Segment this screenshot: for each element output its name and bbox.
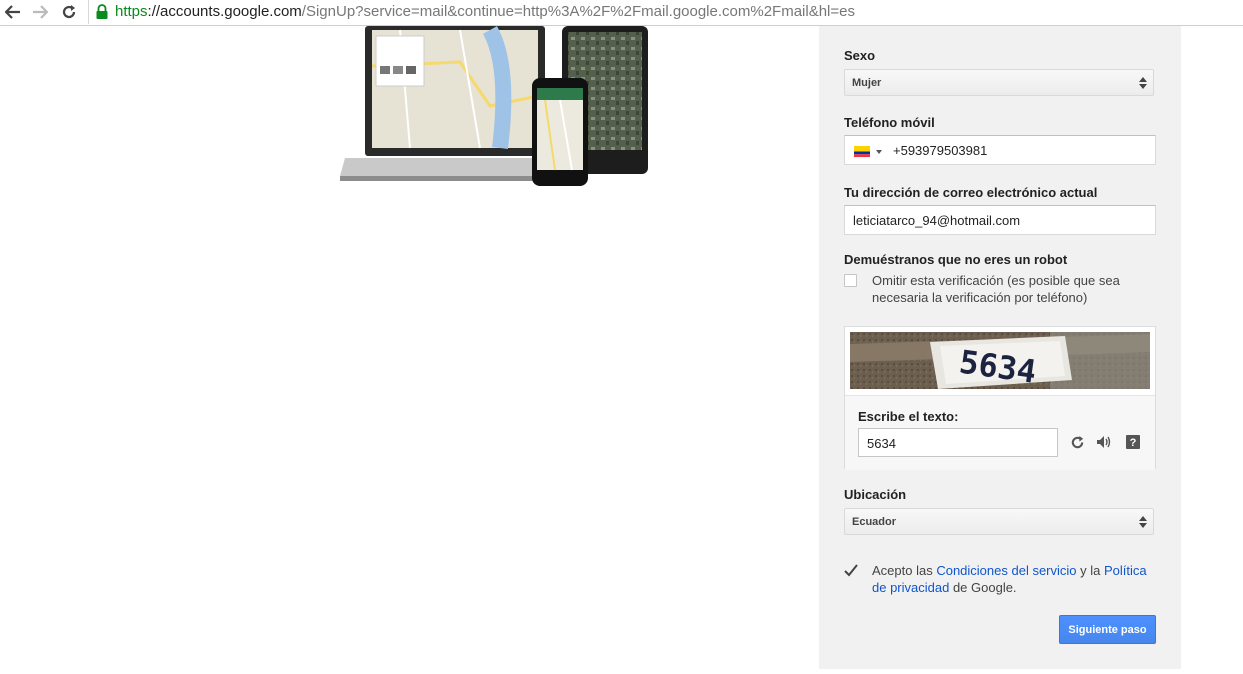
- chevron-down-icon[interactable]: [876, 150, 882, 154]
- captcha-value: 5634: [867, 436, 896, 451]
- gender-value: Mujer: [852, 77, 882, 89]
- captcha-box: 5634 Escribe el texto: 5634 ?: [844, 326, 1156, 470]
- address-bar[interactable]: https://accounts.google.com/SignUp?servi…: [88, 0, 1243, 24]
- select-arrows-icon: [1139, 516, 1147, 528]
- audio-icon[interactable]: [1095, 434, 1111, 450]
- svg-text:?: ?: [1130, 437, 1137, 449]
- email-label: Tu dirección de correo electrónico actua…: [844, 185, 1098, 200]
- forward-icon[interactable]: [29, 2, 51, 22]
- select-arrows-icon: [1139, 77, 1147, 89]
- ecuador-flag-icon[interactable]: [854, 146, 870, 157]
- browser-toolbar: https://accounts.google.com/SignUp?servi…: [0, 0, 1243, 26]
- gender-label: Sexo: [844, 48, 876, 63]
- location-value: Ecuador: [852, 516, 897, 528]
- terms-text: Acepto las Condiciones del servicio y la…: [872, 563, 1147, 595]
- captcha-prompt: Escribe el texto:: [858, 409, 959, 424]
- captcha-image: 5634: [850, 332, 1150, 389]
- captcha-input[interactable]: 5634: [858, 428, 1058, 457]
- devices-illustration: [340, 26, 660, 191]
- refresh-icon[interactable]: [1069, 434, 1085, 450]
- gender-select[interactable]: Mujer: [844, 69, 1154, 96]
- reload-icon[interactable]: [58, 2, 80, 22]
- phone-value: +593979503981: [893, 143, 988, 158]
- location-label: Ubicación: [844, 487, 907, 502]
- next-step-button[interactable]: Siguiente paso: [1059, 615, 1156, 644]
- lock-icon: [95, 4, 109, 20]
- skip-verification-text: Omitir esta verificación (es posible que…: [872, 273, 1120, 305]
- captcha-controls: Escribe el texto: 5634 ?: [845, 395, 1155, 470]
- terms-checkbox[interactable]: [844, 564, 858, 577]
- location-select[interactable]: Ecuador: [844, 508, 1154, 535]
- robot-label: Demuéstranos que no eres un robot: [844, 252, 1068, 267]
- phone-input[interactable]: +593979503981: [844, 135, 1156, 165]
- phone-label: Teléfono móvil: [844, 115, 935, 130]
- back-icon[interactable]: [2, 2, 24, 22]
- email-value: leticiatarco_94@hotmail.com: [853, 213, 1021, 228]
- help-icon[interactable]: ?: [1125, 434, 1141, 450]
- signup-form-panel: Sexo Mujer Teléfono móvil +593979503981 …: [819, 26, 1181, 669]
- checkmark-icon: [844, 564, 858, 577]
- email-field[interactable]: leticiatarco_94@hotmail.com: [844, 205, 1156, 235]
- terms-of-service-link[interactable]: Condiciones del servicio: [936, 563, 1076, 578]
- url-text: https://accounts.google.com/SignUp?servi…: [115, 3, 855, 20]
- skip-verification-checkbox[interactable]: [844, 274, 857, 287]
